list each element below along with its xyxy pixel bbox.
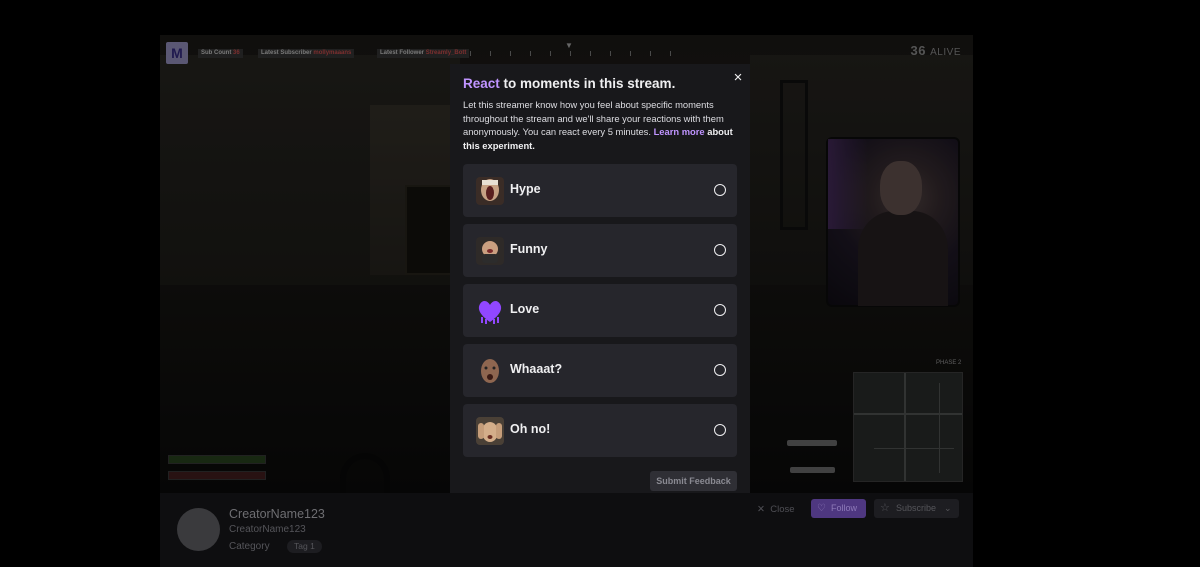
reaction-label: Oh no!: [510, 422, 551, 436]
radio-button[interactable]: [714, 244, 726, 256]
love-emote-icon: [476, 297, 504, 325]
reaction-option-funny[interactable]: Funny: [463, 224, 737, 277]
modal-title-rest: to moments in this stream.: [499, 76, 676, 91]
subscribe-button[interactable]: ☆ Subscribe ⌄: [874, 499, 959, 518]
stream-title: CreatorName123: [229, 524, 306, 535]
modal-description: Let this streamer know how you feel abou…: [463, 98, 735, 152]
funny-emote-icon: [476, 237, 504, 265]
submit-feedback-button[interactable]: Submit Feedback: [650, 471, 737, 491]
stream-page: M Sub Count 36 Latest Subscriber mollyma…: [0, 0, 1200, 567]
close-icon[interactable]: ×: [729, 69, 747, 87]
whaaat-emote-icon: [476, 357, 504, 385]
subscribe-label: Subscribe: [896, 503, 937, 513]
radio-button[interactable]: [714, 304, 726, 316]
reaction-label: Love: [510, 302, 540, 316]
reactions-modal: × React to moments in this stream. Let t…: [450, 64, 750, 504]
close-x-icon: ✕: [757, 504, 771, 515]
radio-button[interactable]: [714, 184, 726, 196]
reaction-option-oh-no[interactable]: Oh no!: [463, 404, 737, 457]
oh-no-emote-icon: [476, 417, 504, 445]
creator-name[interactable]: CreatorName123: [229, 507, 325, 521]
modal-title-accent: React: [463, 76, 500, 91]
radio-button[interactable]: [714, 424, 726, 436]
category-link[interactable]: Category: [229, 541, 270, 552]
follow-label: Follow: [831, 503, 858, 513]
learn-more-link[interactable]: Learn more: [654, 126, 705, 137]
reaction-option-hype[interactable]: Hype: [463, 164, 737, 217]
reaction-label: Whaaat?: [510, 362, 563, 376]
reaction-label: Hype: [510, 182, 541, 196]
radio-button[interactable]: [714, 364, 726, 376]
modal-title: React to moments in this stream.: [463, 76, 675, 91]
hype-emote-icon: [476, 177, 504, 205]
close-label: Close: [770, 504, 795, 515]
reaction-option-whaaat[interactable]: Whaaat?: [463, 344, 737, 397]
star-icon: ☆: [880, 502, 890, 514]
follow-button[interactable]: ♡ Follow: [811, 499, 866, 518]
reaction-label: Funny: [510, 242, 548, 256]
close-button[interactable]: ✕ Close: [757, 501, 795, 519]
chevron-down-icon[interactable]: ⌄: [944, 499, 952, 518]
avatar[interactable]: [177, 508, 220, 551]
tag-pill[interactable]: Tag 1: [287, 540, 322, 553]
reaction-option-love[interactable]: Love: [463, 284, 737, 337]
heart-icon: ♡: [817, 503, 826, 514]
channel-info: CreatorName123 CreatorName123 Category T…: [160, 493, 973, 567]
